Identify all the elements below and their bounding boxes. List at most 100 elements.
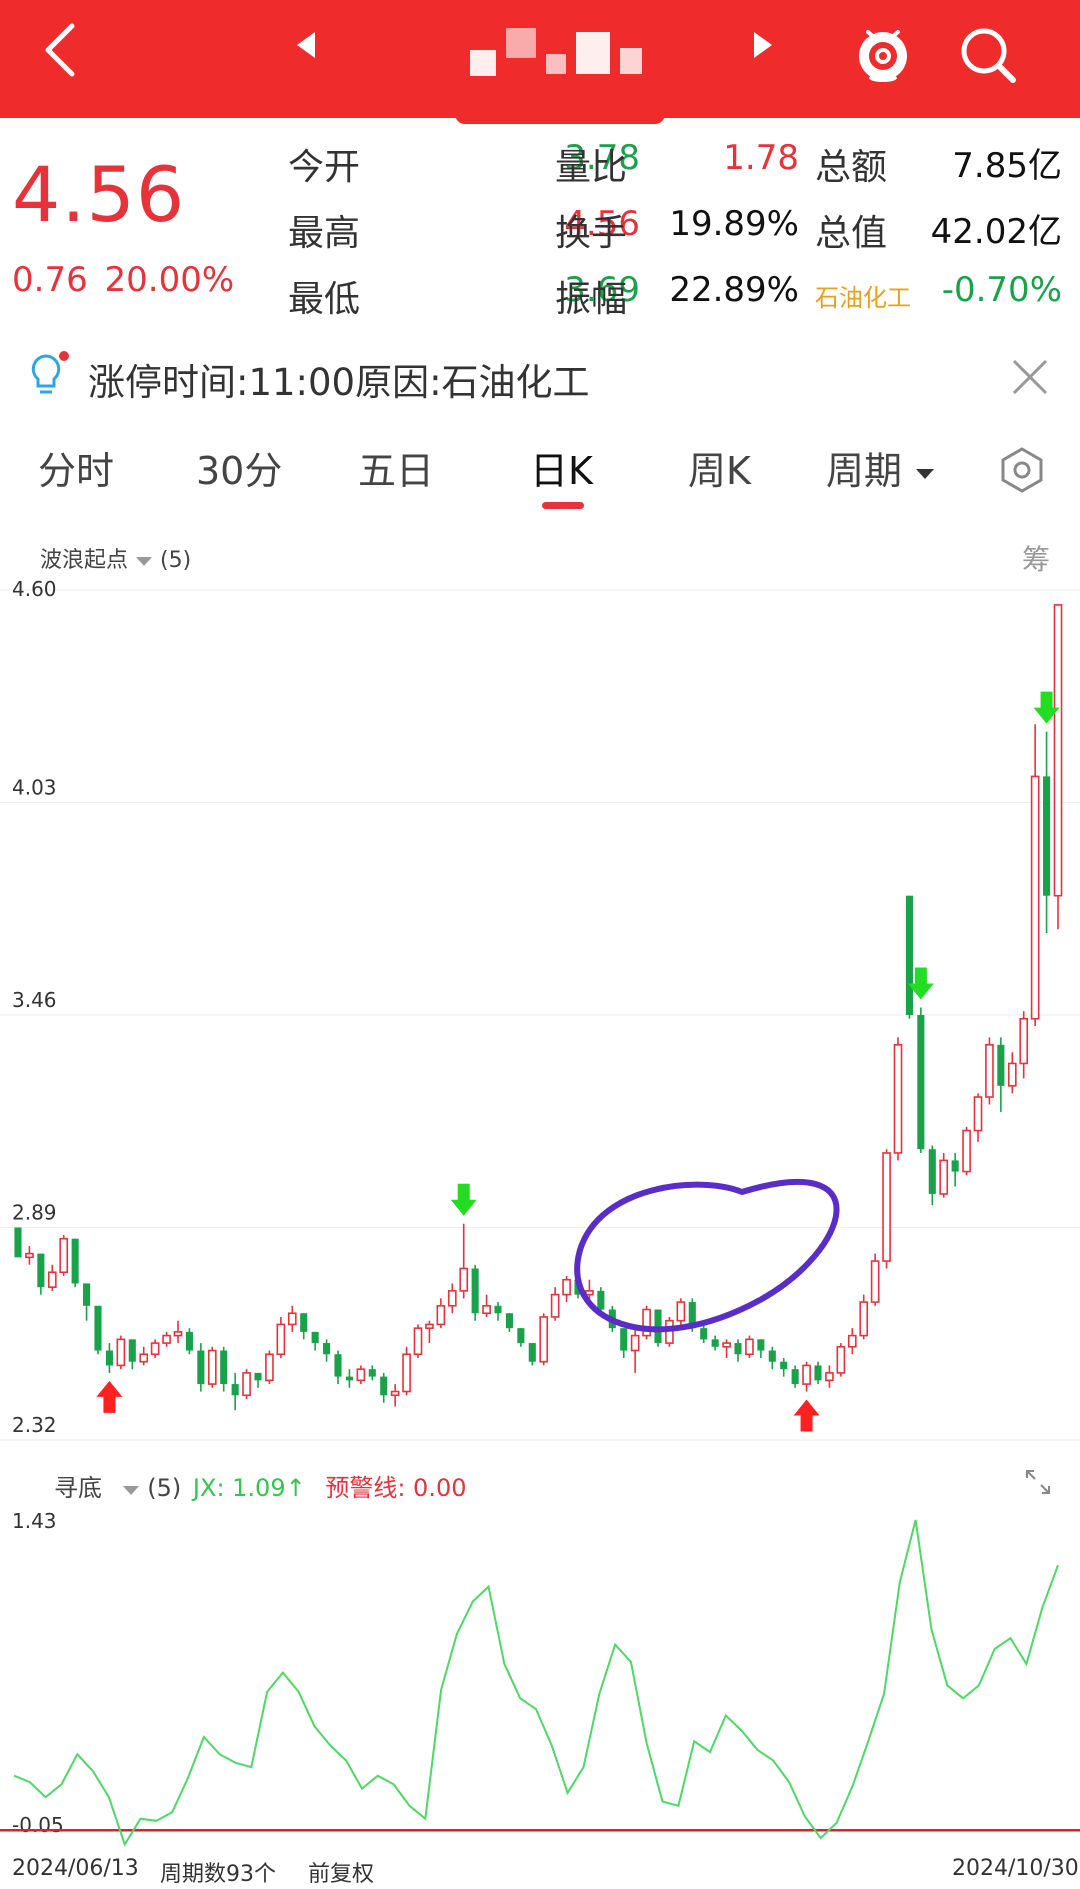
candle-body (836, 1345, 846, 1374)
quote-label: 换手 (555, 213, 628, 254)
jx-value: JX: 1.09↑ (192, 1474, 306, 1502)
quote-value: 22.89% (669, 270, 799, 310)
hexagon-settings-icon (1001, 447, 1043, 493)
candle-body (905, 895, 913, 1015)
quote-value: -0.70% (941, 270, 1062, 310)
candle-body (162, 1334, 171, 1344)
candle-body (436, 1304, 446, 1326)
candle-body (711, 1339, 719, 1347)
next-stock-button[interactable] (752, 30, 774, 68)
y-tick-label: 3.46 (12, 988, 57, 1012)
candle-body (242, 1372, 251, 1397)
sub-indicator-bar: 寻底 (5) JX: 1.09↑ 预警线: 0.00 (54, 1468, 467, 1503)
quote-label: 总值 (815, 213, 888, 254)
candle-body (780, 1361, 788, 1370)
candlestick-chart[interactable]: 4.60 4.03 3.46 2.89 2.32 (0, 560, 1080, 1450)
candle-body (654, 1309, 662, 1344)
candle-body (825, 1372, 834, 1382)
candle-body (917, 1015, 925, 1150)
candle-body (700, 1328, 708, 1340)
y-tick-label: 1.43 (12, 1509, 57, 1533)
candle-body (870, 1260, 880, 1303)
quote-label: 石油化工 (815, 284, 911, 312)
candle-body (425, 1323, 434, 1329)
adjust-mode[interactable]: 前复权 (308, 1856, 374, 1888)
candle-body (139, 1353, 149, 1363)
candle-body (630, 1334, 640, 1352)
candle-body (620, 1328, 628, 1351)
y-tick-label: 2.89 (12, 1201, 57, 1225)
candle-body (287, 1312, 297, 1326)
buy-arrow-icon (793, 1399, 820, 1432)
tab-period-label: 周期 (826, 449, 903, 493)
candle-body (128, 1339, 136, 1362)
candle-body (585, 1290, 594, 1296)
mascot-icon (859, 30, 907, 82)
back-button[interactable] (40, 20, 100, 90)
candle-body (597, 1290, 605, 1310)
chevron-left-icon (45, 23, 75, 77)
quote-label: 振幅 (555, 279, 628, 320)
candle-body (207, 1349, 217, 1385)
tab-daily-k[interactable]: 日K (530, 440, 593, 495)
candle-body (528, 1343, 536, 1362)
candle-body (231, 1384, 239, 1396)
candle-body (83, 1283, 91, 1306)
y-tick-label: 2.32 (12, 1413, 57, 1437)
tab-5day[interactable]: 五日 (358, 440, 434, 495)
candle-body (94, 1305, 102, 1351)
candle-body (882, 1152, 891, 1262)
candle-body (173, 1331, 183, 1337)
candle-body (928, 1149, 936, 1194)
candle-body (471, 1268, 479, 1314)
close-button[interactable] (1008, 355, 1052, 399)
chart-settings-button[interactable] (998, 446, 1046, 494)
y-tick-label: 4.60 (12, 577, 57, 601)
candle-body (1043, 776, 1051, 896)
sub-indicator-name[interactable]: 寻底 (54, 1474, 102, 1502)
candle-body (814, 1365, 822, 1381)
candle-body (734, 1343, 742, 1355)
candle-body (505, 1313, 513, 1329)
quote-value: 19.89% (669, 204, 799, 244)
tab-30min[interactable]: 30分 (196, 440, 282, 495)
mascot-button[interactable] (850, 18, 916, 84)
candle-body (368, 1369, 376, 1377)
quote-value: 7.85亿 (952, 146, 1062, 186)
price-change: 0.76 20.00% (12, 260, 234, 300)
prev-stock-button[interactable] (295, 30, 317, 68)
tab-period[interactable]: 周期 (826, 440, 936, 495)
candle-body (951, 1160, 959, 1172)
candle-body (265, 1353, 274, 1382)
candle-body (402, 1353, 411, 1393)
quote-value: 1.78 (723, 138, 799, 178)
candle-body (1019, 1017, 1029, 1065)
candle-body (791, 1369, 799, 1385)
candle-body (997, 1044, 1005, 1086)
candle-body (323, 1343, 331, 1355)
quote-label: 量比 (555, 147, 628, 188)
caret-down-icon (122, 1486, 139, 1495)
expand-icon (1026, 1470, 1050, 1494)
candle-body (25, 1252, 34, 1259)
candle-body (768, 1350, 776, 1362)
candle-body (1007, 1062, 1017, 1087)
search-button[interactable] (955, 22, 1021, 88)
candle-body (550, 1293, 560, 1318)
candle-body (494, 1305, 502, 1314)
candle-body (459, 1267, 469, 1292)
sub-indicator-param: (5) (147, 1474, 182, 1502)
candle-body (745, 1338, 754, 1356)
candle-body (413, 1327, 423, 1356)
oscillator-chart[interactable]: 1.43 -0.05 (0, 1500, 1080, 1850)
lightbulb-icon (28, 350, 69, 400)
candle-body (482, 1304, 491, 1315)
candle-body (847, 1334, 857, 1348)
candle-body (985, 1044, 994, 1098)
tab-intraday[interactable]: 分时 (38, 440, 114, 495)
candle-body (116, 1338, 126, 1367)
tab-weekly-k[interactable]: 周K (688, 440, 751, 495)
warning-line-value: 预警线: 0.00 (325, 1474, 467, 1502)
expand-button[interactable] (1024, 1468, 1052, 1500)
candle-body (254, 1372, 262, 1381)
